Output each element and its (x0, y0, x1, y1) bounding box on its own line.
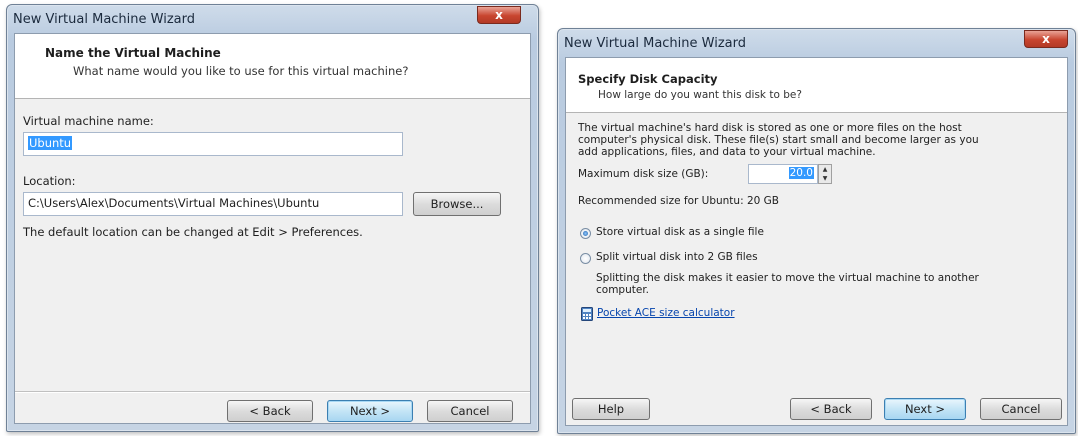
disk-description-line-1: The virtual machine's hard disk is store… (578, 122, 962, 134)
vm-name-value: Ubuntu (28, 136, 73, 150)
left-close-button[interactable]: x (477, 6, 521, 24)
location-label: Location: (23, 174, 76, 188)
left-next-button[interactable]: Next > (327, 400, 413, 422)
default-location-note: The default location can be changed at E… (23, 225, 363, 239)
left-title-bar[interactable]: New Virtual Machine Wizard (7, 5, 538, 33)
right-title-bar[interactable]: New Virtual Machine Wizard (558, 29, 1075, 57)
max-disk-size-input[interactable]: 20.0 (748, 164, 818, 184)
left-header: Name the Virtual Machine What name would… (15, 34, 530, 99)
spinner-down-icon[interactable]: ▼ (823, 175, 828, 182)
right-cancel-button[interactable]: Cancel (980, 398, 1062, 420)
disk-size-spinner[interactable]: ▲ ▼ (818, 164, 832, 184)
left-header-title: Name the Virtual Machine (45, 46, 221, 60)
right-back-button[interactable]: < Back (790, 398, 872, 420)
browse-button[interactable]: Browse... (413, 192, 501, 216)
vm-name-label: Virtual machine name: (23, 114, 154, 128)
calculator-icon (581, 307, 593, 321)
recommended-size-text: Recommended size for Ubuntu: 20 GB (578, 195, 779, 207)
right-window-title: New Virtual Machine Wizard (564, 35, 746, 51)
disk-description-line-2: computer's physical disk. These file(s) … (578, 134, 979, 146)
max-disk-size-label: Maximum disk size (GB): (578, 168, 709, 180)
right-header-title: Specify Disk Capacity (578, 72, 718, 86)
single-file-label[interactable]: Store virtual disk as a single file (596, 226, 764, 238)
split-files-radio[interactable] (580, 253, 591, 264)
split-note-line-2: computer. (596, 284, 650, 296)
split-note-line-1: Splitting the disk makes it easier to mo… (596, 272, 979, 284)
left-wizard-window: New Virtual Machine Wizard x Name the Vi… (6, 4, 539, 432)
location-input[interactable]: C:\Users\Alex\Documents\Virtual Machines… (23, 192, 403, 216)
left-window-title: New Virtual Machine Wizard (13, 11, 195, 27)
single-file-radio[interactable] (580, 228, 591, 239)
left-client-area: Name the Virtual Machine What name would… (14, 33, 531, 424)
left-cancel-button[interactable]: Cancel (427, 400, 513, 422)
spinner-up-icon[interactable]: ▲ (823, 166, 828, 173)
disk-description-line-3: add applications, files, and data to you… (578, 146, 876, 158)
right-close-button[interactable]: x (1024, 30, 1068, 48)
left-header-subtitle: What name would you like to use for this… (73, 64, 409, 78)
split-files-label[interactable]: Split virtual disk into 2 GB files (596, 251, 758, 263)
right-client-area: Specify Disk Capacity How large do you w… (565, 57, 1068, 426)
right-wizard-window: New Virtual Machine Wizard x Specify Dis… (557, 28, 1076, 434)
right-next-button[interactable]: Next > (884, 398, 966, 420)
help-button[interactable]: Help (572, 398, 650, 420)
left-footer-divider (15, 391, 530, 393)
left-back-button[interactable]: < Back (227, 400, 313, 422)
max-disk-size-value: 20.0 (788, 167, 814, 179)
vm-name-input[interactable]: Ubuntu (23, 132, 403, 156)
pocket-ace-calculator-link[interactable]: Pocket ACE size calculator (597, 307, 735, 319)
right-header: Specify Disk Capacity How large do you w… (566, 58, 1067, 113)
right-header-subtitle: How large do you want this disk to be? (598, 89, 802, 101)
location-value: C:\Users\Alex\Documents\Virtual Machines… (28, 196, 320, 210)
